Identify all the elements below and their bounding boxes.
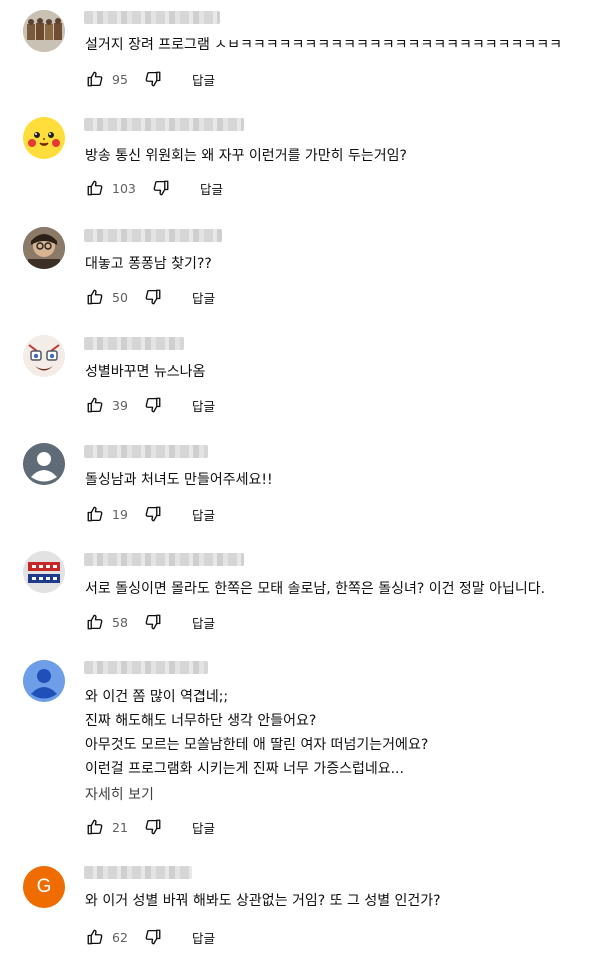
thumbs-up-icon [87,614,103,630]
comment-text: 진짜 해도해도 너무하단 생각 안들어요? [85,713,317,729]
reply-button[interactable]: 답글 [200,179,223,198]
commenter-avatar[interactable] [23,551,65,593]
commenter-avatar[interactable] [23,443,65,485]
commenter-avatar[interactable] [23,335,65,377]
like-button[interactable] [84,177,106,199]
comment-text: 설거지 장려 프로그램 ㅅㅂㅋㅋㅋㅋㅋㅋㅋㅋㅋㅋㅋㅋㅋㅋㅋㅋㅋㅋㅋㅋㅋㅋㅋㅋㅋ [85,37,563,53]
commenter-avatar[interactable]: G [23,866,65,908]
reply-button[interactable]: 답글 [192,818,215,837]
author-name-blurred[interactable] [84,118,244,131]
comment-actions: 95 답글 [84,67,215,91]
pikachu-icon [23,117,65,159]
like-count: 50 [112,289,128,305]
dislike-button[interactable] [150,177,172,199]
like-count: 62 [112,929,128,945]
like-count: 103 [112,180,136,196]
like-count: 95 [112,71,128,87]
thumbs-down-icon [145,397,161,413]
read-more-link[interactable]: 자세히 보기 [85,784,154,804]
reply-button[interactable]: 답글 [192,396,215,415]
thumbs-up-icon [87,180,103,196]
thumbs-up-icon [87,289,103,305]
comment-text: 서로 돌싱이면 몰라도 한쪽은 모태 솔로남, 한쪽은 돌싱녀? 이건 정말 아… [85,581,546,597]
comment-actions: 19 답글 [84,502,215,526]
dislike-button[interactable] [142,286,164,308]
comment-actions: 50 답글 [84,285,215,309]
commenter-avatar[interactable] [23,660,65,702]
like-button[interactable] [84,926,106,948]
dislike-button[interactable] [142,611,164,633]
comment-text: 와 이건 쫌 많이 역겹네;; [85,689,229,705]
avatar-letter: G [36,876,52,897]
author-name-blurred[interactable] [84,553,244,566]
comment-text: 아무것도 모르는 모쏠남한테 애 딸린 여자 떠넘기는거에요? [85,737,429,753]
thumbs-up-icon [87,929,103,945]
dislike-button[interactable] [142,926,164,948]
default-user-icon [23,443,65,485]
commenter-avatar[interactable] [23,227,65,269]
user-icon [23,660,65,702]
thumbs-up-icon [87,506,103,522]
reply-button[interactable]: 답글 [192,613,215,632]
comment-actions: 58 답글 [84,610,215,634]
commenter-avatar[interactable] [23,117,65,159]
thumbs-down-icon [145,289,161,305]
comment-text: 방송 통신 위원회는 왜 자꾸 이런거를 가만히 두는거임? [85,148,407,164]
dislike-button[interactable] [142,503,164,525]
thumbs-down-icon [153,180,169,196]
comment-text: 이런걸 프로그램화 시키는게 진짜 너무 가증스럽네요... [85,761,404,777]
thumbs-down-icon [145,614,161,630]
like-count: 21 [112,819,128,835]
thumbs-up-icon [87,397,103,413]
author-name-blurred[interactable] [84,337,184,350]
reply-button[interactable]: 답글 [192,70,215,89]
commenter-avatar[interactable] [23,10,65,52]
comment-actions: 21 답글 [84,815,215,839]
reply-button[interactable]: 답글 [192,505,215,524]
dislike-button[interactable] [142,394,164,416]
reply-button[interactable]: 답글 [192,288,215,307]
comment-text: 성별바꾸면 뉴스나옴 [85,364,206,380]
like-count: 39 [112,397,128,413]
thumbs-down-icon [145,71,161,87]
thumbs-down-icon [145,929,161,945]
comment-text: 와 이거 성별 바꿔 해봐도 상관없는 거임? 또 그 성별 인건가? [85,893,441,909]
like-button[interactable] [84,68,106,90]
author-name-blurred[interactable] [84,866,192,879]
author-name-blurred[interactable] [84,11,220,24]
thumbs-up-icon [87,71,103,87]
reply-button[interactable]: 답글 [192,928,215,947]
thumbs-up-icon [87,819,103,835]
dislike-button[interactable] [142,68,164,90]
like-count: 19 [112,506,128,522]
author-name-blurred[interactable] [84,661,208,674]
comment-text: 돌싱남과 처녀도 만들어주세요!! [85,472,273,488]
thumbs-down-icon [145,506,161,522]
thumbs-down-icon [145,819,161,835]
like-button[interactable] [84,286,106,308]
like-button[interactable] [84,394,106,416]
comment-actions: 62 답글 [84,925,215,949]
comment-text: 대놓고 퐁퐁남 찾기?? [85,256,212,272]
like-count: 58 [112,614,128,630]
dislike-button[interactable] [142,816,164,838]
author-name-blurred[interactable] [84,445,208,458]
comment-actions: 103 답글 [84,176,223,200]
comment-actions: 39 답글 [84,393,215,417]
author-name-blurred[interactable] [84,229,222,242]
like-button[interactable] [84,611,106,633]
like-button[interactable] [84,503,106,525]
like-button[interactable] [84,816,106,838]
